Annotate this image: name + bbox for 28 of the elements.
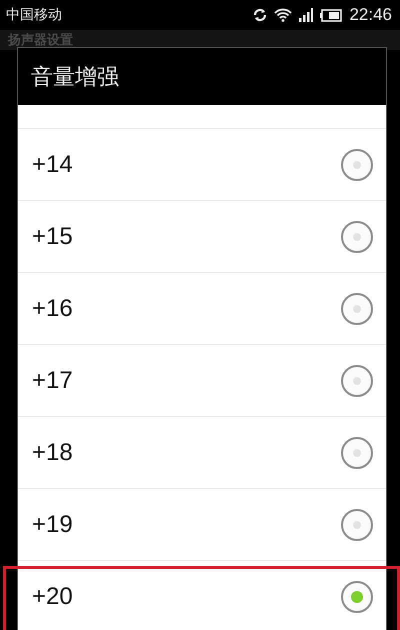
sync-icon: [253, 8, 268, 22]
radio-button[interactable]: [341, 508, 373, 540]
radio-button[interactable]: [341, 292, 373, 324]
clock: 22:46: [349, 5, 392, 25]
radio-button[interactable]: [341, 364, 373, 396]
radio-button[interactable]: [341, 148, 373, 180]
option-row[interactable]: +15: [18, 201, 386, 273]
option-row[interactable]: +18: [18, 417, 386, 489]
wifi-icon: [274, 8, 292, 22]
dialog-title: 音量增强: [31, 64, 119, 92]
radio-button[interactable]: [341, 580, 373, 612]
carrier-name: 中国移动: [6, 6, 62, 24]
option-label: +15: [32, 222, 73, 250]
radio-button[interactable]: [341, 436, 373, 468]
option-row[interactable]: +14: [18, 129, 386, 201]
option-row[interactable]: +20: [18, 561, 386, 630]
option-label: +18: [32, 438, 73, 466]
signal-icon: [299, 8, 314, 22]
option-label: +20: [32, 582, 73, 610]
option-label: +17: [32, 366, 73, 394]
option-row[interactable]: +16: [18, 273, 386, 345]
option-label: +19: [32, 510, 73, 538]
option-row[interactable]: +17: [18, 345, 386, 417]
option-label: +14: [32, 150, 73, 178]
radio-button[interactable]: [341, 220, 373, 252]
battery-icon: [320, 8, 342, 22]
option-row[interactable]: +19: [18, 489, 386, 561]
option-label: +16: [32, 294, 73, 322]
